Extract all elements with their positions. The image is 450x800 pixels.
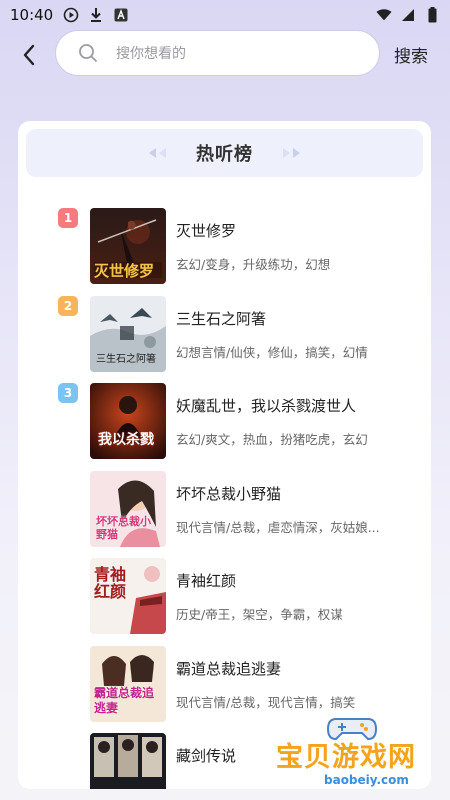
- book-item-3[interactable]: 3 我以杀戮 妖魔乱世，我以杀戮渡世人 玄幻/爽文，热血，扮猪吃虎，玄幻: [18, 381, 431, 469]
- download-icon: [88, 7, 104, 23]
- book-cover: 我以杀戮: [90, 383, 166, 459]
- book-title: 藏剑传说: [176, 747, 237, 765]
- book-tags: 现代言情/总裁，虐恋情深，灰姑娘...: [176, 519, 380, 535]
- wifi-icon: [376, 7, 392, 23]
- book-title: 灭世修罗: [176, 222, 237, 240]
- cover-text: 霸道总裁追逃妻: [94, 685, 155, 715]
- status-bar: 10:40: [0, 0, 450, 30]
- book-cover: 霸道总裁追逃妻: [90, 645, 166, 722]
- battery-icon: [424, 7, 440, 23]
- ranking-card: 热听榜 1 灭世修罗 灭世修罗 玄幻/变身，升级练功，幻想 2 三生石之阿箸 三…: [18, 121, 431, 789]
- back-button[interactable]: [14, 40, 44, 70]
- book-tags: 玄幻/爽文，热血，扮猪吃虎，玄幻: [176, 432, 368, 447]
- watermark-text: 宝贝游戏网: [276, 742, 416, 773]
- book-item-4[interactable]: 坏坏总裁小野猫 坏坏总裁小野猫 现代言情/总裁，虐恋情深，灰姑娘...: [18, 469, 431, 557]
- search-placeholder: 搜你想看的: [116, 46, 186, 62]
- search-row: 搜你想看的 搜索: [0, 30, 450, 78]
- book-item-1[interactable]: 1 灭世修罗 灭世修罗 玄幻/变身，升级练功，幻想: [18, 206, 431, 294]
- book-tags: 现代言情/总裁，现代言情，搞笑: [176, 694, 356, 710]
- rank-badge: 3: [58, 383, 78, 403]
- watermark: 宝贝游戏网 baobeiy.com: [272, 713, 442, 793]
- book-cover: 青袖红颜: [90, 558, 166, 634]
- book-title: 三生石之阿箸: [176, 309, 267, 328]
- book-title: 青袖红颜: [176, 572, 237, 590]
- book-tags: 玄幻/变身，升级练功，幻想: [176, 257, 331, 272]
- book-cover: [90, 733, 166, 789]
- book-tags: 历史/帝王，架空，争霸，权谋: [176, 607, 343, 622]
- cover-text: 三生石之阿箸: [96, 353, 156, 365]
- book-title: 霸道总裁追逃妻: [176, 659, 282, 678]
- ranking-header: 热听榜: [26, 129, 423, 177]
- a-box-icon: [113, 7, 129, 23]
- book-title: 妖魔乱世，我以杀戮渡世人: [176, 397, 357, 415]
- rank-badge: 2: [58, 295, 78, 316]
- book-title: 坏坏总裁小野猫: [176, 484, 282, 503]
- cover-text: 坏坏总裁小野猫: [96, 514, 151, 541]
- status-time: 10:40: [10, 6, 54, 24]
- watermark-url: baobeiy.com: [324, 773, 409, 787]
- play-circle-icon: [63, 7, 79, 23]
- rank-badge: 1: [58, 208, 78, 228]
- search-button[interactable]: 搜索: [394, 42, 428, 67]
- book-item-5[interactable]: 青袖红颜 青袖红颜 历史/帝王，架空，争霸，权谋: [18, 556, 431, 644]
- book-item-2[interactable]: 2 三生石之阿箸 三生石之阿箸 幻想言情/仙侠，修仙，搞笑，幻情: [18, 294, 431, 382]
- right-arrows-icon: [281, 147, 303, 159]
- search-icon: [79, 44, 97, 62]
- cover-text: 我以杀戮: [98, 432, 154, 448]
- book-cover: 三生石之阿箸: [90, 295, 166, 372]
- book-cover: 灭世修罗: [90, 208, 166, 284]
- book-tags: 幻想言情/仙侠，修仙，搞笑，幻情: [176, 344, 368, 360]
- status-left-icons: [63, 7, 129, 23]
- back-arrow-icon: [23, 44, 35, 66]
- search-input[interactable]: 搜你想看的: [55, 30, 380, 76]
- ranking-title: 热听榜: [196, 144, 253, 165]
- book-cover: 坏坏总裁小野猫: [90, 470, 166, 547]
- left-arrows-icon: [146, 147, 168, 159]
- cover-text: 灭世修罗: [94, 262, 155, 280]
- rank-list: 1 灭世修罗 灭世修罗 玄幻/变身，升级练功，幻想 2 三生石之阿箸 三生石之阿…: [18, 206, 431, 789]
- cover-text: 青袖红颜: [94, 565, 127, 601]
- status-right-icons: [376, 7, 440, 23]
- signal-icon: [400, 7, 416, 23]
